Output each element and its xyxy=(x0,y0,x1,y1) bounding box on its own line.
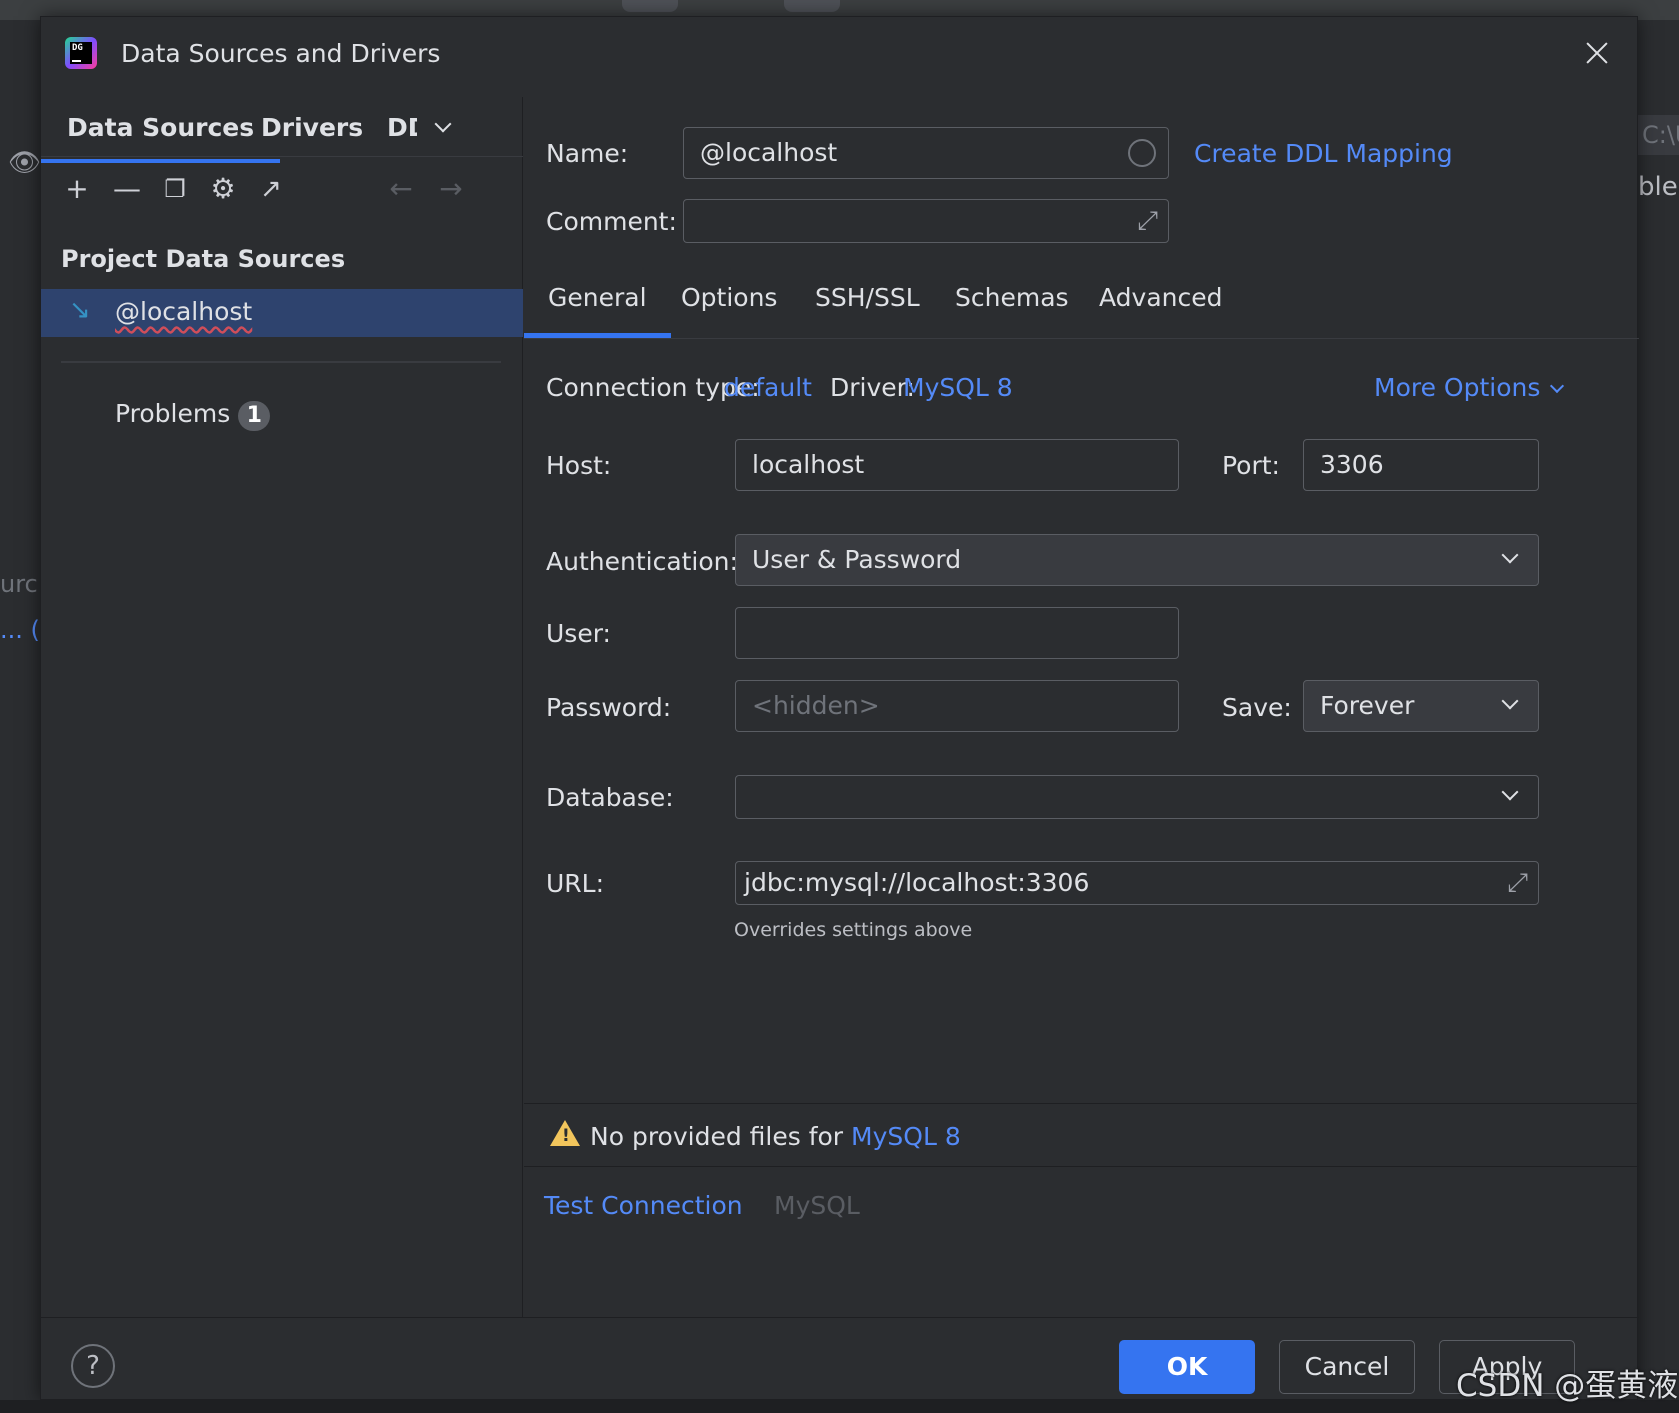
watermark: CSDN @蛋黄液 xyxy=(1456,1368,1679,1404)
toolbar-pill xyxy=(784,0,840,12)
driver-name-label: MySQL xyxy=(774,1191,860,1220)
name-value: @localhost xyxy=(700,138,838,167)
host-input[interactable]: localhost xyxy=(735,439,1179,491)
expand-icon[interactable]: ⤢ xyxy=(1137,206,1158,237)
settings-tabs: General Options SSH/SSL Schemas Advanced xyxy=(524,267,1639,339)
chevron-down-icon xyxy=(1501,692,1519,710)
warning-icon: ! xyxy=(550,1120,580,1146)
color-circle-icon[interactable] xyxy=(1128,139,1156,167)
chevron-down-icon xyxy=(1501,783,1519,801)
logo-text: DG xyxy=(72,43,83,53)
expand-icon[interactable]: ⤢ xyxy=(1507,868,1528,899)
right-pane: Name: @localhost Create DDL Mapping Comm… xyxy=(524,97,1639,1317)
url-input[interactable]: jdbc:mysql://localhost:3306 ⤢ xyxy=(735,861,1539,905)
data-source-item[interactable]: ↘ @localhost xyxy=(41,289,523,337)
gear-icon[interactable]: ⚙ xyxy=(205,169,241,209)
more-options-label: More Options xyxy=(1374,373,1541,402)
tab-options[interactable]: Options xyxy=(681,283,777,312)
authentication-label: Authentication: xyxy=(546,547,738,576)
background-path-field: C:\U xyxy=(1638,115,1679,155)
test-connection-link[interactable]: Test Connection xyxy=(544,1191,743,1220)
data-source-label: @localhost xyxy=(115,297,253,326)
background-text: urc xyxy=(0,570,38,598)
host-label: Host: xyxy=(546,451,612,480)
data-sources-dialog: DG Data Sources and Drivers Data Sources… xyxy=(40,16,1639,1401)
name-label: Name: xyxy=(546,139,629,168)
section-title: Project Data Sources xyxy=(61,245,346,273)
save-select[interactable]: Forever xyxy=(1303,680,1539,732)
tab-general[interactable]: General xyxy=(524,283,670,338)
chevron-down-icon xyxy=(1501,546,1519,564)
user-label: User: xyxy=(546,619,611,648)
divider xyxy=(61,361,501,363)
tab-ddl-mappings[interactable]: DD xyxy=(387,113,417,142)
ide-right-strip: C:\U bles xyxy=(1638,20,1679,1413)
eye-icon[interactable]: 👁︎ xyxy=(8,148,41,178)
authentication-select[interactable]: User & Password xyxy=(735,534,1539,586)
close-icon[interactable] xyxy=(1581,37,1613,69)
problems-item[interactable]: Problems 1 xyxy=(115,399,271,431)
dialog-title: Data Sources and Drivers xyxy=(121,39,441,68)
left-toolbar: + — ❐ ⚙ ↗ ← → xyxy=(41,169,523,217)
authentication-value: User & Password xyxy=(752,545,962,574)
warning-message: No provided files for xyxy=(590,1122,844,1151)
more-tabs-chevron[interactable] xyxy=(434,115,452,134)
open-external-icon[interactable]: ↗ xyxy=(253,169,289,209)
chevron-down-icon xyxy=(434,115,452,133)
test-connection-row: Test Connection MySQL xyxy=(524,1183,1639,1231)
datagrip-logo-icon: DG xyxy=(65,37,97,69)
warning-bar: ! No provided files for MySQL 8 xyxy=(524,1103,1639,1167)
save-label: Save: xyxy=(1222,693,1292,722)
url-hint: Overrides settings above xyxy=(734,919,973,941)
name-field[interactable]: @localhost xyxy=(683,127,1169,179)
duplicate-icon[interactable]: ❐ xyxy=(157,169,193,209)
tab-drivers[interactable]: Drivers xyxy=(261,113,363,142)
url-label: URL: xyxy=(546,869,605,898)
tab-ssh-ssl[interactable]: SSH/SSL xyxy=(815,283,920,312)
database-label: Database: xyxy=(546,783,674,812)
ok-button[interactable]: OK xyxy=(1119,1340,1255,1394)
tab-data-sources[interactable]: Data Sources xyxy=(40,113,281,163)
url-value: jdbc:mysql://localhost:3306 xyxy=(744,868,1090,897)
warning-text: No provided files for MySQL 8 xyxy=(590,1122,961,1151)
create-ddl-mapping-link[interactable]: Create DDL Mapping xyxy=(1194,139,1453,168)
problems-count-badge: 1 xyxy=(238,401,271,431)
warning-driver-link[interactable]: MySQL 8 xyxy=(851,1122,961,1151)
ide-left-strip: 👁︎ urc ... (A xyxy=(0,20,56,1413)
database-select[interactable] xyxy=(735,775,1539,819)
user-input[interactable] xyxy=(735,607,1179,659)
more-options-link[interactable]: More Options xyxy=(1374,373,1565,402)
toolbar-pill xyxy=(622,0,678,12)
password-input[interactable]: <hidden> xyxy=(735,680,1179,732)
dialog-titlebar: DG Data Sources and Drivers xyxy=(41,17,1637,97)
remove-icon[interactable]: — xyxy=(109,169,145,209)
chevron-down-icon xyxy=(1550,378,1565,394)
mysql-dolphin-icon: ↘ xyxy=(69,295,91,325)
left-pane: Data Sources Drivers DD + — ❐ ⚙ ↗ ← → Pr… xyxy=(40,97,523,1317)
help-icon[interactable]: ? xyxy=(71,1344,115,1388)
port-input[interactable]: 3306 xyxy=(1303,439,1539,491)
background-text: bles xyxy=(1638,172,1679,202)
tab-advanced[interactable]: Advanced xyxy=(1099,283,1223,312)
back-arrow-icon[interactable]: ← xyxy=(383,169,419,209)
left-tabs: Data Sources Drivers DD xyxy=(40,97,523,163)
save-value: Forever xyxy=(1320,691,1415,720)
forward-arrow-icon[interactable]: → xyxy=(433,169,469,209)
port-label: Port: xyxy=(1222,451,1280,480)
connection-type-link[interactable]: default xyxy=(724,373,812,402)
cancel-button[interactable]: Cancel xyxy=(1279,1340,1415,1394)
problems-label: Problems xyxy=(115,399,231,428)
comment-label: Comment: xyxy=(546,207,677,236)
tab-schemas[interactable]: Schemas xyxy=(955,283,1069,312)
driver-link[interactable]: MySQL 8 xyxy=(903,373,1013,402)
add-icon[interactable]: + xyxy=(59,169,95,209)
comment-field[interactable]: ⤢ xyxy=(683,199,1169,243)
password-label: Password: xyxy=(546,693,672,722)
ide-bottom-strip xyxy=(0,1400,1679,1413)
dialog-footer: ? OK Cancel Apply xyxy=(41,1317,1639,1401)
